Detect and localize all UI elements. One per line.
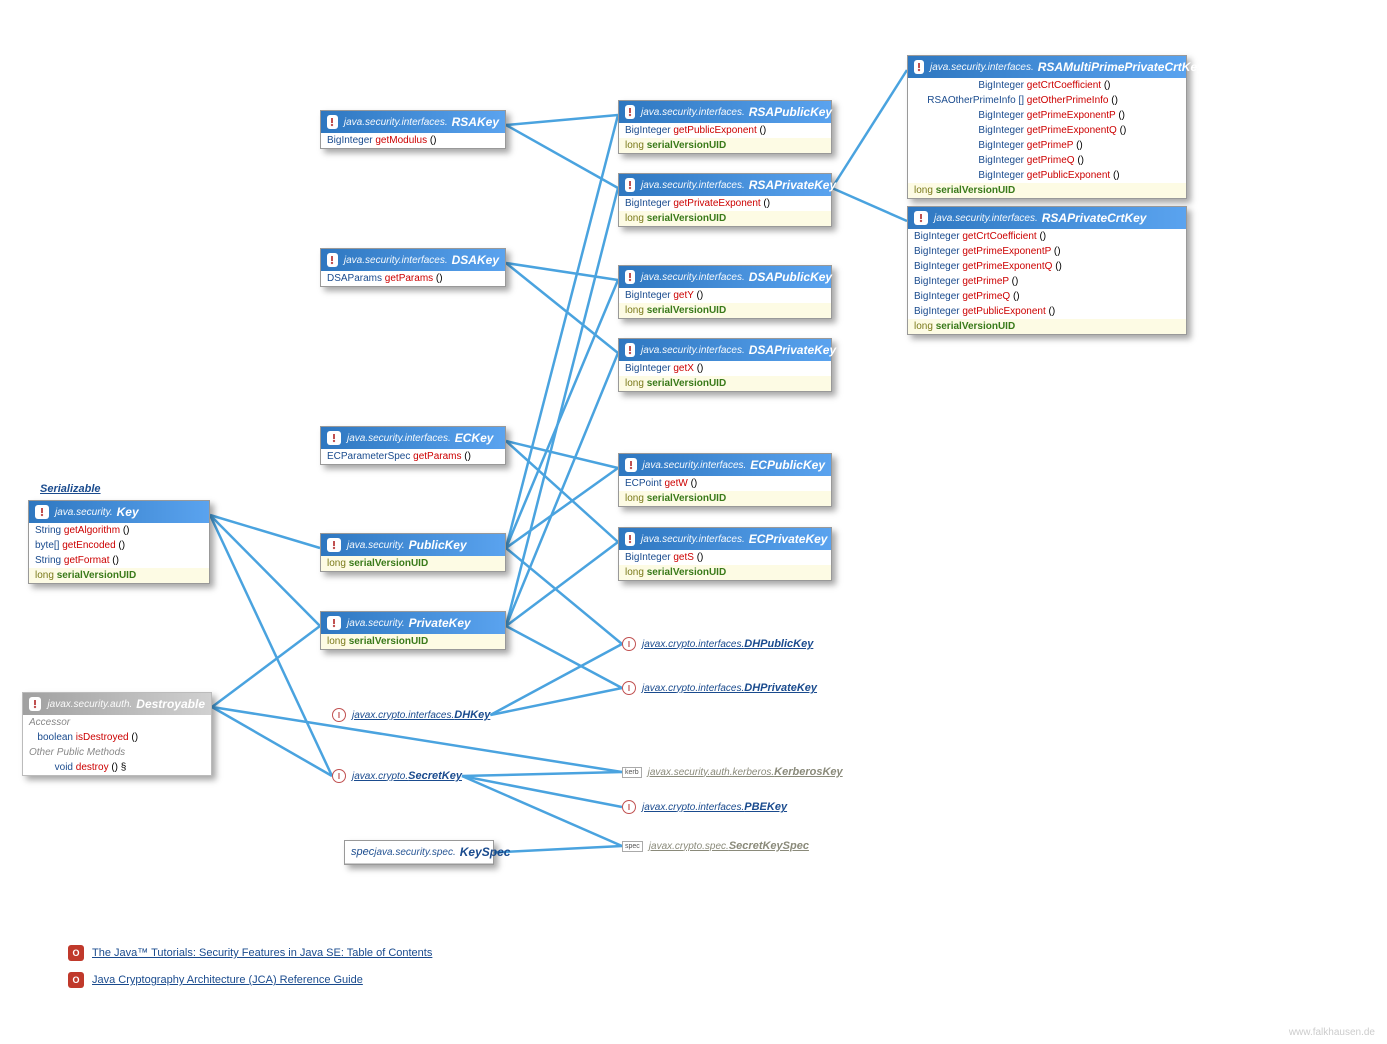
interface-icon xyxy=(29,697,41,711)
rsamultiprime-box: java.security.interfaces.RSAMultiPrimePr… xyxy=(907,55,1187,199)
tutorial-link[interactable]: OThe Java™ Tutorials: Security Features … xyxy=(68,945,432,961)
key-box: java.security.Key String getAlgorithm ()… xyxy=(28,500,210,584)
interface-icon xyxy=(914,211,928,225)
destroyable-box: javax.security.auth.Destroyable Accessor… xyxy=(22,692,212,776)
rsaprivatecrtkey-box: java.security.interfaces.RSAPrivateCrtKe… xyxy=(907,206,1187,335)
oracle-icon: O xyxy=(68,972,84,988)
dhkey-link[interactable]: Ijavax.crypto.interfaces.DHKey xyxy=(332,708,490,722)
watermark: www.falkhausen.de xyxy=(1289,1027,1375,1038)
oracle-icon: O xyxy=(68,945,84,961)
interface-icon xyxy=(327,253,338,267)
keyspec-box: specjava.security.spec.KeySpec xyxy=(344,840,494,865)
dsakey-box: java.security.interfaces.DSAKey DSAParam… xyxy=(320,248,506,287)
jca-link[interactable]: OJava Cryptography Architecture (JCA) Re… xyxy=(68,972,363,988)
interface-icon xyxy=(625,458,637,472)
destroyable-header: javax.security.auth.Destroyable xyxy=(23,693,211,715)
interface-icon xyxy=(327,115,338,129)
ecpublickey-box: java.security.interfaces.ECPublicKey ECP… xyxy=(618,453,832,507)
rsakey-box: java.security.interfaces.RSAKey BigInteg… xyxy=(320,110,506,149)
interface-icon: I xyxy=(622,681,636,695)
interface-icon xyxy=(327,616,341,630)
interface-icon xyxy=(35,505,49,519)
rsapublickey-box: java.security.interfaces.RSAPublicKey Bi… xyxy=(618,100,832,154)
interface-icon: I xyxy=(332,708,346,722)
spec-icon: spec xyxy=(351,846,374,858)
interface-icon xyxy=(914,60,924,74)
interface-icon: I xyxy=(622,800,636,814)
eckey-box: java.security.interfaces.ECKey ECParamet… xyxy=(320,426,506,465)
interface-icon xyxy=(327,538,341,552)
kerberos-icon: kerb xyxy=(622,767,642,778)
interface-icon xyxy=(625,178,635,192)
dhpublickey-link[interactable]: Ijavax.crypto.interfaces.DHPublicKey xyxy=(622,637,813,651)
publickey-box: java.security.PublicKey long serialVersi… xyxy=(320,533,506,572)
interface-icon xyxy=(625,532,635,546)
secretkey-link[interactable]: Ijavax.crypto.SecretKey xyxy=(332,769,462,783)
interface-icon xyxy=(327,431,341,445)
kerberoskey-link[interactable]: kerbjavax.security.auth.kerberos.Kerbero… xyxy=(622,766,843,778)
key-header: java.security.Key xyxy=(29,501,209,523)
interface-icon: I xyxy=(622,637,636,651)
dsapublickey-box: java.security.interfaces.DSAPublicKey Bi… xyxy=(618,265,832,319)
serializable-label: Serializable xyxy=(40,483,101,495)
interface-icon: I xyxy=(332,769,346,783)
dsaprivatekey-box: java.security.interfaces.DSAPrivateKey B… xyxy=(618,338,832,392)
interface-icon xyxy=(625,105,635,119)
interface-icon xyxy=(625,270,635,284)
privatekey-box: java.security.PrivateKey long serialVers… xyxy=(320,611,506,650)
secretkeyspec-link[interactable]: specjavax.crypto.spec.SecretKeySpec xyxy=(622,840,809,852)
pbekey-link[interactable]: Ijavax.crypto.interfaces.PBEKey xyxy=(622,800,787,814)
rsaprivatekey-box: java.security.interfaces.RSAPrivateKey B… xyxy=(618,173,832,227)
spec-icon: spec xyxy=(622,841,643,852)
dhprivatekey-link[interactable]: Ijavax.crypto.interfaces.DHPrivateKey xyxy=(622,681,817,695)
ecprivatekey-box: java.security.interfaces.ECPrivateKey Bi… xyxy=(618,527,832,581)
interface-icon xyxy=(625,343,635,357)
